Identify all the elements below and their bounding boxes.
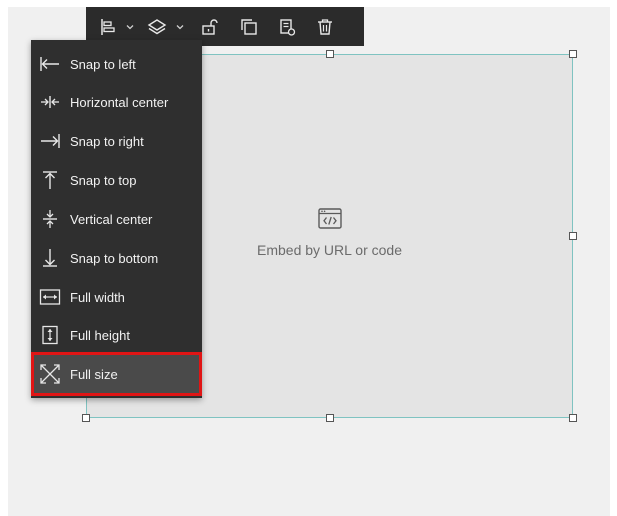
resize-handle-bottom-right[interactable] (569, 414, 577, 422)
menu-item-label: Snap to bottom (70, 250, 159, 266)
menu-item-snap-bottom[interactable]: Snap to bottom (31, 239, 202, 277)
align-icon[interactable] (94, 12, 122, 42)
trash-icon[interactable] (308, 12, 342, 42)
full-size-icon (39, 364, 61, 384)
embed-placeholder-text: Embed by URL or code (257, 242, 402, 258)
menu-item-snap-top[interactable]: Snap to top (31, 161, 202, 199)
resize-handle-top[interactable] (326, 50, 334, 58)
menu-item-label: Snap to left (70, 56, 136, 72)
menu-item-snap-left[interactable]: Snap to left (31, 45, 202, 83)
snap-bottom-icon (39, 248, 61, 268)
menu-item-vertical-center[interactable]: Vertical center (31, 200, 202, 238)
menu-item-label: Snap to right (70, 133, 144, 149)
menu-item-horizontal-center[interactable]: Horizontal center (31, 83, 202, 121)
snap-top-icon (39, 170, 61, 190)
layers-icon[interactable] (142, 12, 172, 42)
resize-handle-bottom[interactable] (326, 414, 334, 422)
menu-item-snap-right[interactable]: Snap to right (31, 122, 202, 160)
menu-item-label: Full height (70, 327, 130, 343)
menu-item-label: Full width (70, 289, 125, 305)
menu-item-label: Snap to top (70, 172, 137, 188)
snap-left-icon (39, 54, 61, 74)
menu-item-full-size[interactable]: Full size (31, 352, 202, 396)
menu-item-label: Vertical center (70, 211, 153, 227)
full-height-icon (39, 325, 61, 345)
duplicate-icon[interactable] (232, 12, 266, 42)
align-dropdown-menu: Snap to left Horizontal center Snap to r… (31, 40, 202, 398)
chevron-down-icon[interactable] (174, 12, 186, 42)
menu-item-label: Horizontal center (70, 94, 169, 110)
chevron-down-icon[interactable] (124, 12, 136, 42)
resize-handle-bottom-left[interactable] (82, 414, 90, 422)
menu-item-full-width[interactable]: Full width (31, 278, 202, 316)
settings-document-icon[interactable] (270, 12, 304, 42)
embed-code-icon (317, 207, 343, 236)
resize-handle-top-right[interactable] (569, 50, 577, 58)
menu-item-full-height[interactable]: Full height (31, 316, 202, 354)
vertical-center-icon (39, 209, 61, 229)
resize-handle-right[interactable] (569, 232, 577, 240)
full-width-icon (39, 287, 61, 307)
horizontal-center-icon (39, 92, 61, 112)
snap-right-icon (39, 131, 61, 151)
menu-item-label: Full size (70, 366, 118, 382)
unlock-icon[interactable] (192, 12, 226, 42)
